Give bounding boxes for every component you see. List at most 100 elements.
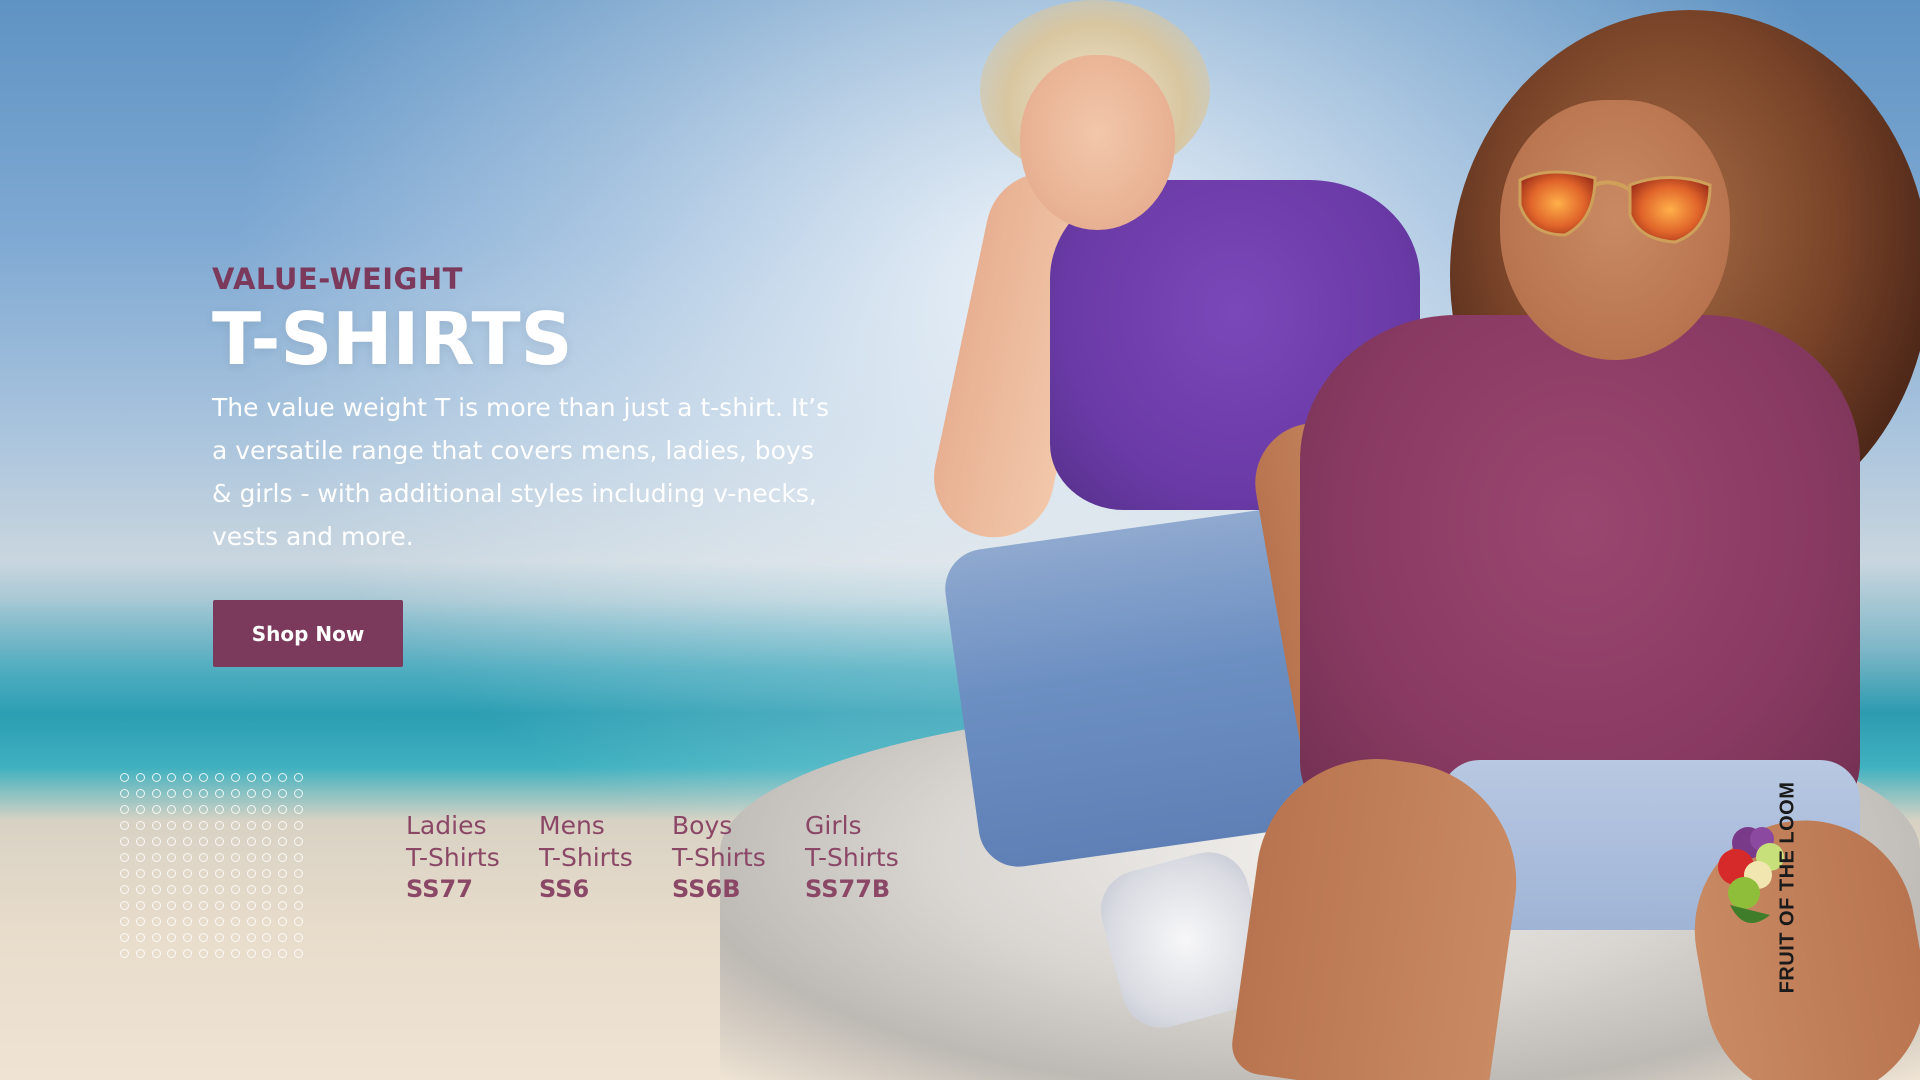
- grid-dot: [151, 805, 161, 814]
- grid-dot: [214, 869, 224, 878]
- grid-dot: [246, 933, 256, 942]
- grid-dot: [120, 949, 129, 958]
- grid-dot: [135, 933, 145, 942]
- grid-dot: [214, 917, 224, 926]
- product-type: T-Shirts: [539, 843, 633, 872]
- grid-dot: [167, 869, 177, 878]
- grid-dot: [151, 773, 161, 782]
- grid-dot: [151, 917, 161, 926]
- grid-dot: [151, 949, 161, 958]
- grid-dot: [214, 933, 224, 942]
- grid-dot: [230, 837, 240, 846]
- grid-dot: [246, 869, 256, 878]
- grid-dot: [120, 805, 129, 814]
- grid-dot: [135, 773, 145, 782]
- grid-dot: [262, 869, 272, 878]
- grid-dot: [135, 901, 145, 910]
- grid-dot: [294, 949, 304, 958]
- grid-dot: [199, 821, 209, 830]
- grid-dot: [278, 901, 288, 910]
- grid-dot: [183, 933, 193, 942]
- grid-dot: [214, 837, 224, 846]
- grid-dot: [230, 917, 240, 926]
- grid-dot: [294, 869, 304, 878]
- hero-content: VALUE-WEIGHT T-SHIRTS The value weight T…: [212, 262, 832, 558]
- grid-dot: [120, 773, 129, 782]
- grid-dot: [246, 917, 256, 926]
- grid-dot: [262, 885, 272, 894]
- dot-grid-decoration: [120, 773, 310, 963]
- grid-dot: [246, 901, 256, 910]
- grid-dot: [167, 933, 177, 942]
- grid-dot: [151, 821, 161, 830]
- grid-dot: [214, 949, 224, 958]
- grid-dot: [214, 789, 224, 798]
- shop-now-button[interactable]: Shop Now: [213, 600, 403, 667]
- grid-dot: [199, 805, 209, 814]
- product-ladies[interactable]: Ladies T-Shirts SS77: [406, 810, 501, 904]
- grid-dot: [262, 773, 272, 782]
- grid-dot: [167, 821, 177, 830]
- grid-dot: [278, 949, 288, 958]
- grid-dot: [120, 821, 129, 830]
- grid-dot: [199, 773, 209, 782]
- grid-dot: [230, 821, 240, 830]
- grid-dot: [278, 821, 288, 830]
- product-type: T-Shirts: [672, 843, 766, 872]
- grid-dot: [230, 933, 240, 942]
- grid-dot: [120, 933, 129, 942]
- grid-dot: [278, 805, 288, 814]
- grid-dot: [262, 837, 272, 846]
- grid-dot: [262, 853, 272, 862]
- grid-dot: [167, 901, 177, 910]
- grid-dot: [183, 789, 193, 798]
- grid-dot: [151, 853, 161, 862]
- grid-dot: [246, 949, 256, 958]
- product-mens[interactable]: Mens T-Shirts SS6: [539, 810, 634, 904]
- product-girls[interactable]: Girls T-Shirts SS77B: [805, 810, 900, 904]
- grid-dot: [135, 837, 145, 846]
- grid-dot: [151, 789, 161, 798]
- grid-dot: [230, 885, 240, 894]
- grid-dot: [214, 805, 224, 814]
- grid-dot: [278, 885, 288, 894]
- grid-dot: [262, 821, 272, 830]
- grid-dot: [167, 805, 177, 814]
- grid-dot: [294, 773, 304, 782]
- grid-dot: [246, 821, 256, 830]
- grid-dot: [262, 901, 272, 910]
- hero-eyebrow: VALUE-WEIGHT: [212, 262, 463, 296]
- grid-dot: [183, 837, 193, 846]
- grid-dot: [120, 901, 129, 910]
- grid-dot: [262, 789, 272, 798]
- grid-dot: [294, 933, 304, 942]
- grid-dot: [167, 853, 177, 862]
- hero-description: The value weight T is more than just a t…: [212, 393, 830, 551]
- product-boys[interactable]: Boys T-Shirts SS6B: [672, 810, 767, 904]
- grid-dot: [214, 885, 224, 894]
- grid-dot: [151, 933, 161, 942]
- grid-dot: [199, 917, 209, 926]
- grid-dot: [120, 853, 129, 862]
- grid-dot: [199, 837, 209, 846]
- grid-dot: [246, 805, 256, 814]
- grid-dot: [135, 789, 145, 798]
- sea-glow: [0, 600, 1000, 780]
- sunglasses-icon: [1518, 170, 1712, 244]
- grid-dot: [278, 773, 288, 782]
- grid-dot: [246, 853, 256, 862]
- grid-dot: [151, 901, 161, 910]
- grid-dot: [167, 885, 177, 894]
- grid-dot: [214, 773, 224, 782]
- grid-dot: [246, 773, 256, 782]
- product-type: T-Shirts: [406, 843, 500, 872]
- model-1-face: [1020, 55, 1175, 230]
- grid-dot: [278, 837, 288, 846]
- grid-dot: [199, 853, 209, 862]
- grid-dot: [167, 917, 177, 926]
- grid-dot: [278, 853, 288, 862]
- grid-dot: [246, 885, 256, 894]
- grid-dot: [120, 885, 129, 894]
- grid-dot: [278, 869, 288, 878]
- grid-dot: [214, 853, 224, 862]
